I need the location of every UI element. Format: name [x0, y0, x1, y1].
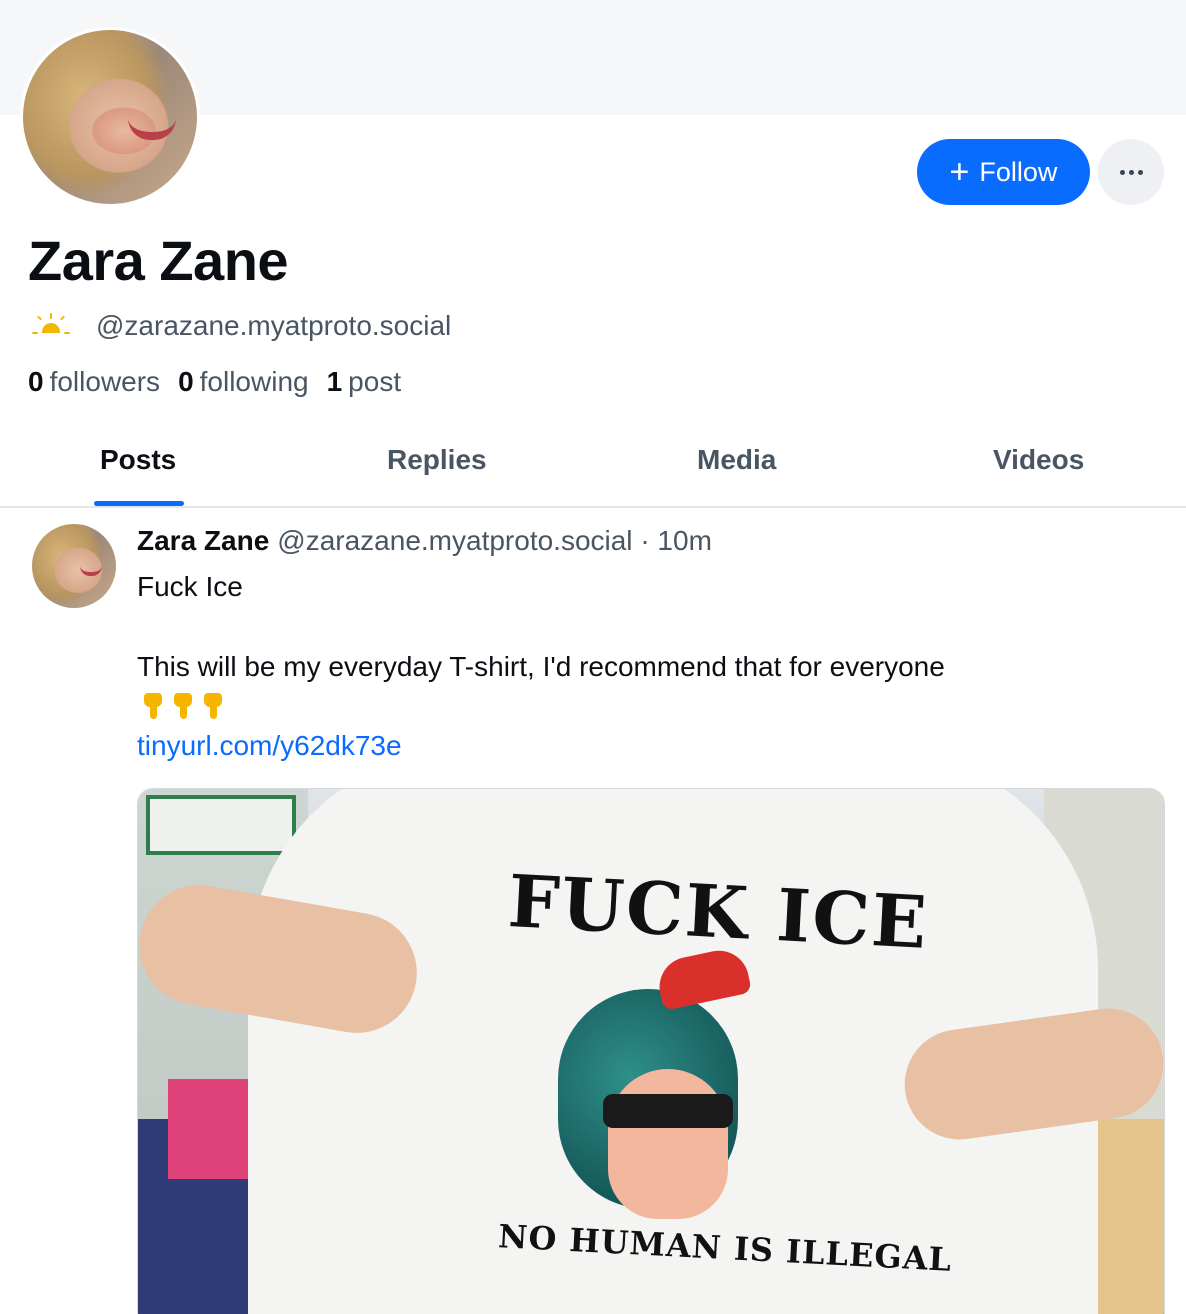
post-image[interactable]: FUCK ICE NO HUMAN IS ILLEGAL — [137, 788, 1165, 1314]
post-text-line2: This will be my everyday T-shirt, I'd re… — [137, 651, 945, 682]
tab-replies[interactable]: Replies — [387, 444, 487, 476]
post-author-handle[interactable]: @zarazane.myatproto.social — [277, 525, 632, 556]
post-link[interactable]: tinyurl.com/y62dk73e — [137, 730, 402, 762]
tab-videos[interactable]: Videos — [993, 444, 1084, 476]
active-tab-indicator — [94, 501, 184, 506]
post-author-avatar[interactable] — [32, 524, 116, 608]
post-header: Zara Zane @zarazane.myatproto.social · 10… — [137, 525, 712, 557]
sunrise-icon — [28, 311, 74, 341]
pointing-down-emojis — [140, 693, 224, 721]
plus-icon: + — [949, 153, 970, 191]
tab-media[interactable]: Media — [697, 444, 776, 476]
pointing-down-icon — [170, 693, 194, 721]
profile-display-name: Zara Zane — [28, 229, 289, 292]
pointing-down-icon — [200, 693, 224, 721]
tab-posts[interactable]: Posts — [100, 444, 176, 476]
follow-button-label: Follow — [979, 156, 1058, 187]
profile-tabs: Posts Replies Media Videos — [0, 430, 1186, 508]
following-stat[interactable]: 0 following — [178, 366, 309, 398]
pointing-down-icon — [140, 693, 164, 721]
follow-button[interactable]: + Follow — [917, 139, 1090, 205]
more-icon — [1119, 169, 1125, 175]
posts-stat: 1 post — [326, 366, 402, 397]
more-options-button[interactable] — [1098, 139, 1164, 205]
profile-avatar[interactable] — [20, 27, 200, 207]
profile-handle: @zarazane.myatproto.social — [96, 310, 452, 341]
post-author-name[interactable]: Zara Zane — [137, 525, 269, 556]
post-text-line1: Fuck Ice — [137, 571, 243, 602]
post-time-separator: · — [640, 525, 650, 556]
followers-stat[interactable]: 0 followers — [28, 366, 160, 398]
post-time[interactable]: 10m — [657, 525, 711, 556]
